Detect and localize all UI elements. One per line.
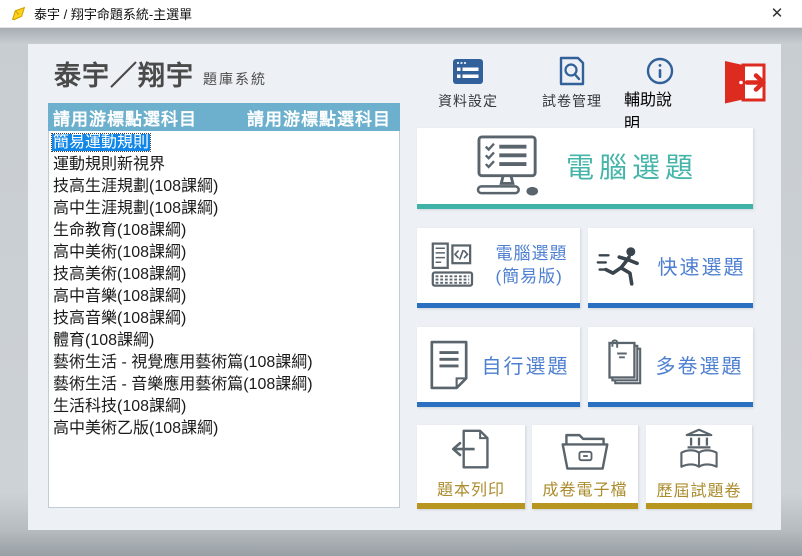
- quick-select-button[interactable]: 快速選題: [588, 228, 753, 308]
- self-select-button[interactable]: 自行選題: [417, 327, 580, 407]
- past-papers-button[interactable]: 歷屆試題卷: [646, 425, 752, 509]
- subject-item[interactable]: 技高美術(108課綱): [52, 264, 399, 286]
- subject-item[interactable]: 生命教育(108課綱): [52, 220, 399, 242]
- runner-icon: [596, 244, 646, 288]
- document-lines-icon: [428, 340, 470, 390]
- print-booklet-label: 題本列印: [437, 476, 505, 500]
- brand-name: 泰宇／翔宇: [54, 54, 194, 93]
- subject-item[interactable]: 藝術生活 - 音樂應用藝術篇(108課綱): [52, 374, 399, 396]
- computer-checklist-icon: [472, 135, 546, 197]
- subject-item[interactable]: 高中美術乙版(108課綱): [52, 418, 399, 440]
- subject-item[interactable]: 藝術生活 - 視覺應用藝術篇(108課綱): [52, 352, 399, 374]
- subject-item[interactable]: 高中美術(108課綱): [52, 242, 399, 264]
- computer-select-simple-button[interactable]: 電腦選題 (簡易版): [417, 228, 580, 308]
- window-title: 泰宇 / 翔宇命題系統-主選單: [34, 4, 762, 23]
- print-booklet-button[interactable]: 題本列印: [417, 425, 525, 509]
- subject-item[interactable]: 體育(108課綱): [52, 330, 399, 352]
- self-select-label: 自行選題: [482, 350, 570, 379]
- brand-suffix: 題庫系統: [203, 69, 267, 89]
- help-label: 輔助說明: [624, 86, 684, 134]
- bank-book-icon: [676, 428, 722, 472]
- efile-label: 成卷電子檔: [542, 476, 627, 500]
- multi-select-label: 多卷選題: [656, 350, 744, 379]
- title-bar: 泰宇 / 翔宇命題系統-主選單 ✕: [0, 0, 802, 28]
- exam-management-button[interactable]: 試卷管理: [542, 56, 602, 111]
- exam-management-icon: [559, 56, 585, 86]
- print-page-arrow-icon: [447, 429, 495, 471]
- subject-item[interactable]: 技高生涯規劃(108課綱): [52, 176, 399, 198]
- subject-item[interactable]: 運動規則新視界: [52, 154, 399, 176]
- subject-item[interactable]: 簡易運動規則: [52, 132, 399, 154]
- close-button[interactable]: ✕: [762, 0, 792, 28]
- help-info-icon: [646, 56, 674, 86]
- main-panel: 泰宇／翔宇 題庫系統 資料設定: [28, 44, 781, 530]
- quick-select-label: 快速選題: [658, 251, 746, 280]
- subject-list-header-left: 請用游標點選科目: [53, 105, 197, 130]
- window-body: 泰宇／翔宇 題庫系統 資料設定: [0, 28, 802, 556]
- subject-list-header-right: 請用游標點選科目: [247, 105, 391, 130]
- app-pen-icon: [10, 5, 27, 22]
- computer-select-simple-label: 電腦選題 (簡易版): [496, 243, 568, 289]
- doc-code-keyboard-icon: [430, 241, 486, 291]
- past-papers-label: 歷屆試題卷: [656, 477, 741, 501]
- subject-item[interactable]: 高中生涯規劃(108課綱): [52, 198, 399, 220]
- help-label-wrap: 輔助說明: [624, 86, 684, 134]
- subject-item[interactable]: 高中音樂(108課綱): [52, 286, 399, 308]
- computer-select-button[interactable]: 電腦選題: [417, 128, 753, 209]
- exit-door-icon: [718, 59, 770, 105]
- data-settings-button[interactable]: 資料設定: [438, 56, 498, 111]
- folder-document-icon: [559, 429, 611, 471]
- data-settings-label: 資料設定: [438, 91, 498, 111]
- subject-item[interactable]: 技高音樂(108課綱): [52, 308, 399, 330]
- exam-management-label: 試卷管理: [542, 91, 602, 111]
- stacked-papers-icon: [598, 339, 644, 391]
- subject-item[interactable]: 生活科技(108課綱): [52, 396, 399, 418]
- subject-list: 請用游標點選科目 請用游標點選科目 簡易運動規則 運動規則新視界 技高生涯規劃(…: [48, 103, 400, 508]
- help-button[interactable]: [646, 56, 674, 86]
- efile-button[interactable]: 成卷電子檔: [532, 425, 638, 509]
- brand-logo: 泰宇／翔宇 題庫系統: [54, 54, 267, 93]
- exit-button[interactable]: [718, 59, 770, 110]
- toolbar: 資料設定 試卷管理: [438, 56, 770, 111]
- computer-select-label: 電腦選題: [566, 146, 698, 186]
- multi-select-button[interactable]: 多卷選題: [588, 327, 753, 407]
- data-settings-icon: [452, 56, 484, 86]
- subject-list-header: 請用游標點選科目 請用游標點選科目: [48, 103, 400, 131]
- subject-list-body: 簡易運動規則 運動規則新視界 技高生涯規劃(108課綱) 高中生涯規劃(108課…: [48, 131, 400, 508]
